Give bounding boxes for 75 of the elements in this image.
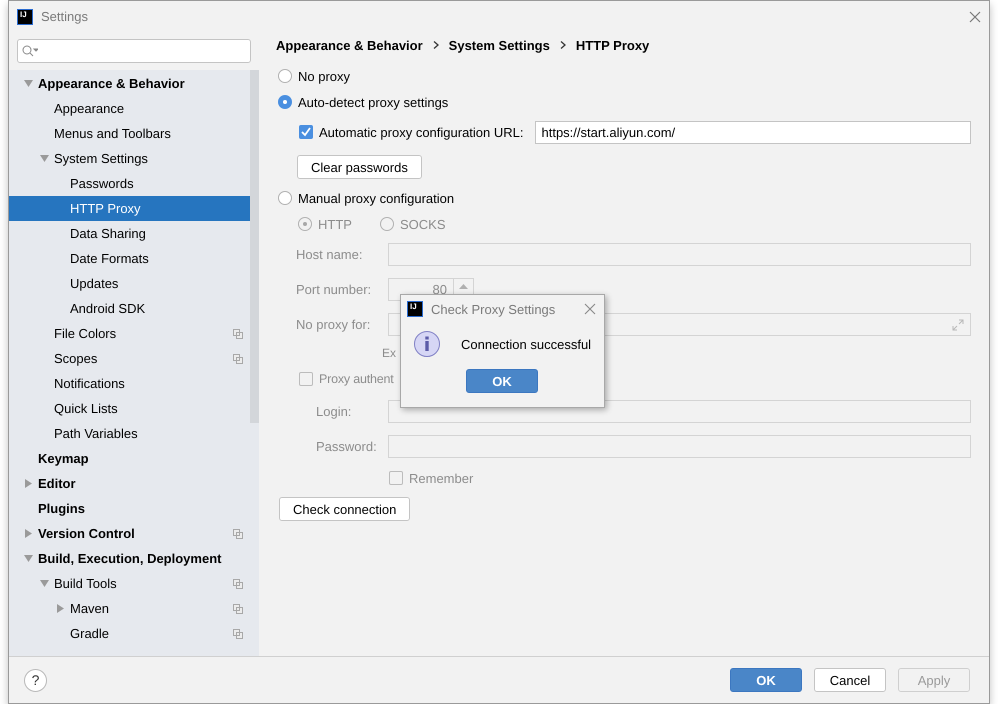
tree-item[interactable]: Notifications	[9, 371, 250, 396]
expanded-arrow-icon[interactable]	[24, 554, 33, 563]
up-arrow-icon	[459, 284, 468, 289]
tree-item[interactable]: Gradle	[9, 621, 250, 646]
tree-item[interactable]: HTTP Proxy	[9, 196, 250, 221]
collapsed-arrow-icon[interactable]	[24, 529, 33, 538]
tree-item[interactable]: File Colors	[9, 321, 250, 346]
radio-label: Auto-detect proxy settings	[298, 94, 448, 110]
tree-item[interactable]: Quick Lists	[9, 396, 250, 421]
field-label: Login:	[316, 404, 352, 419]
tree-item[interactable]: Menus and Toolbars	[9, 121, 250, 146]
chevron-icon	[560, 41, 566, 49]
search-field[interactable]	[17, 39, 251, 63]
radio-button[interactable]	[278, 191, 292, 205]
info-icon	[413, 330, 441, 358]
radio-label: No proxy	[298, 68, 350, 84]
close-icon[interactable]	[584, 303, 596, 315]
radio-button[interactable]	[278, 95, 292, 109]
tree-item[interactable]: Android SDK	[9, 296, 250, 321]
clear-passwords-button[interactable]: Clear passwords	[297, 155, 422, 179]
tree-item[interactable]: Passwords	[9, 171, 250, 196]
url-field[interactable]: https://start.aliyun.com/	[535, 120, 971, 144]
radio-label: HTTP	[318, 216, 352, 232]
radio-label: Manual proxy configuration	[298, 190, 454, 206]
window-title: Settings	[41, 9, 89, 24]
collapsed-arrow-icon[interactable]	[56, 604, 65, 613]
tree-item[interactable]: Updates	[9, 271, 250, 296]
tree-item[interactable]: Path Variables	[9, 421, 250, 446]
tree-item[interactable]: Build, Execution, Deployment	[9, 546, 250, 571]
tree-item[interactable]: Scopes	[9, 346, 250, 371]
expand-icon[interactable]	[952, 318, 964, 330]
field-label: No proxy for:	[296, 317, 372, 332]
tree-item[interactable]: Appearance	[9, 96, 250, 121]
radio-button[interactable]	[278, 69, 292, 83]
collapsed-arrow-icon[interactable]	[24, 479, 33, 488]
checkbox-label: Proxy authent	[319, 372, 394, 386]
field-label: Host name:	[296, 247, 364, 262]
tree-item[interactable]: Appearance & Behavior	[9, 71, 250, 96]
dialog-message: Connection successful	[461, 336, 592, 352]
breadcrumb-item[interactable]: Appearance & Behavior	[276, 38, 423, 52]
tree-item[interactable]: Plugins	[9, 496, 250, 521]
tree-item[interactable]: Date Formats	[9, 246, 250, 271]
expanded-arrow-icon[interactable]	[40, 579, 49, 588]
breadcrumb-item[interactable]: HTTP Proxy	[576, 38, 650, 52]
ok-button[interactable]: OK	[466, 369, 538, 393]
scrollbar[interactable]	[250, 70, 259, 423]
app-logo-icon: IJ	[17, 8, 33, 24]
dialog-button[interactable]: OK	[730, 668, 802, 692]
field-label: Password:	[316, 439, 378, 454]
tree-item[interactable]: Version Control	[9, 521, 250, 546]
close-icon[interactable]	[969, 10, 981, 22]
tree-item[interactable]: Editor	[9, 471, 250, 496]
checkbox-label: Remember	[409, 470, 474, 486]
password-field[interactable]	[388, 435, 971, 458]
app-logo-icon: IJ	[407, 301, 423, 317]
tree-item[interactable]: Maven	[9, 596, 250, 621]
tree-item[interactable]: Build Tools	[9, 571, 250, 596]
help-button[interactable]: ?	[24, 668, 47, 692]
expanded-arrow-icon[interactable]	[40, 154, 49, 163]
breadcrumb-item[interactable]: System Settings	[448, 38, 550, 52]
radio-label: SOCKS	[400, 216, 446, 232]
checkbox-label: Automatic proxy configuration URL:	[319, 124, 524, 140]
checkbox[interactable]	[299, 125, 313, 139]
tree-item[interactable]: Keymap	[9, 446, 250, 471]
expanded-arrow-icon[interactable]	[24, 79, 33, 88]
host-name-field[interactable]	[388, 243, 971, 266]
chevron-icon	[432, 41, 439, 49]
field-label: Port number:	[296, 282, 372, 297]
tree-item[interactable]: Data Sharing	[9, 221, 250, 246]
check-connection-button[interactable]: Check connection	[279, 497, 410, 521]
dialog-button[interactable]: Cancel	[814, 668, 886, 692]
tree-item[interactable]: System Settings	[9, 146, 250, 171]
hint-text: Ex	[382, 346, 396, 360]
dialog-title: Check Proxy Settings	[431, 302, 556, 316]
search-icon	[22, 45, 38, 57]
